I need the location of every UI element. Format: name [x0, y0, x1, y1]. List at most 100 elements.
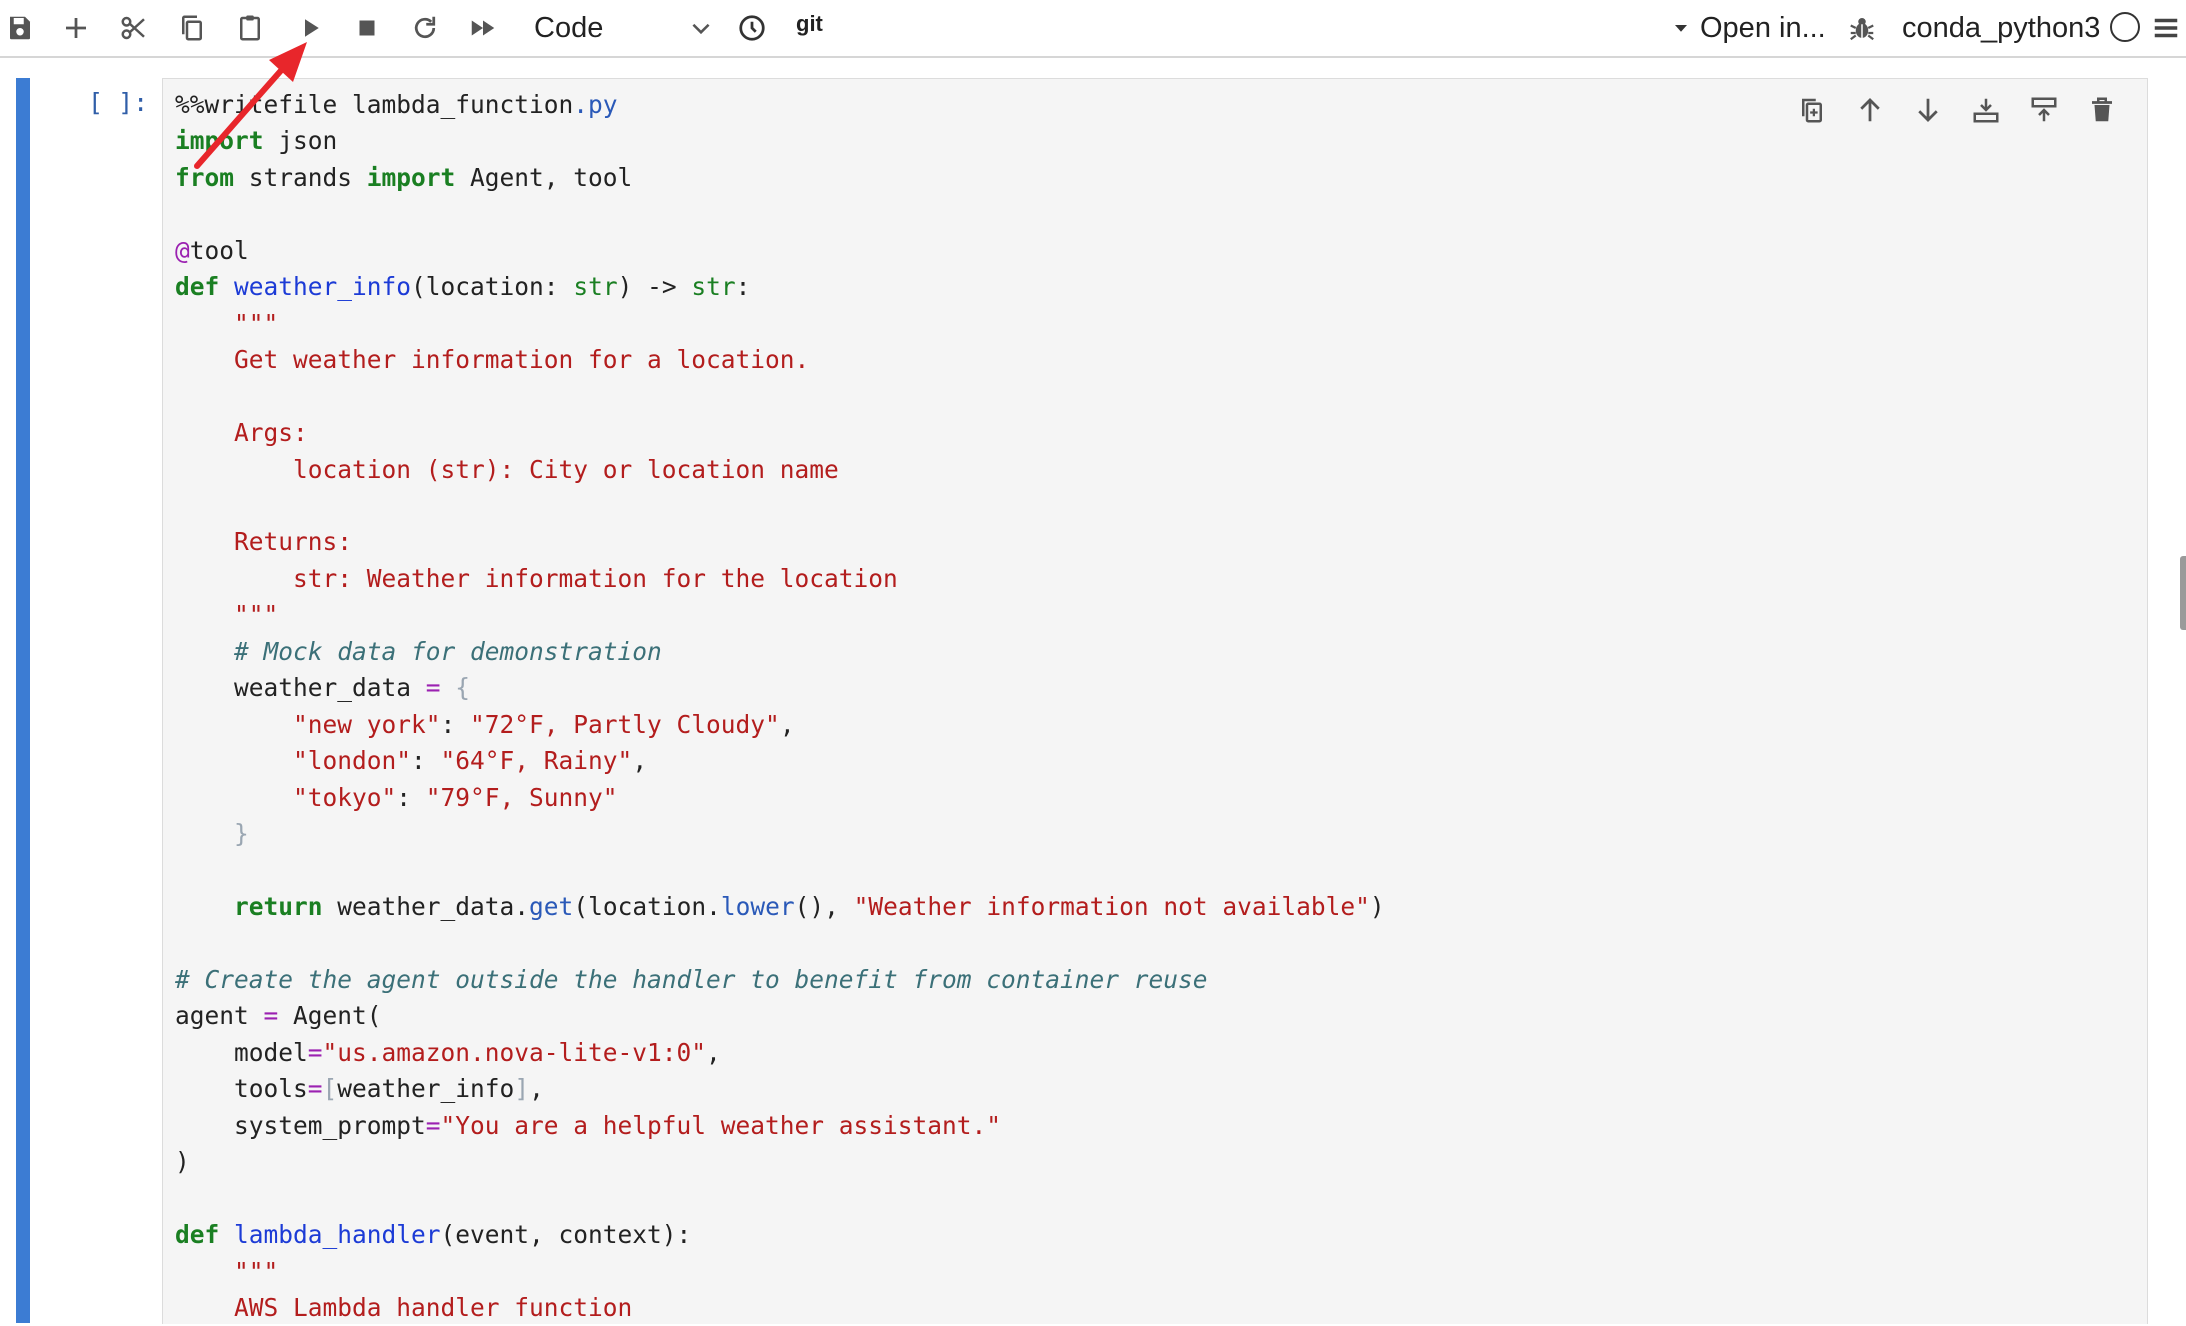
code-token: "Weather information not available" [853, 891, 1370, 921]
main-menu-button[interactable] [2146, 8, 2186, 48]
code-line: model="us.amazon.nova-lite-v1:0", [175, 1035, 1385, 1071]
code-line: Returns: [175, 524, 1385, 560]
code-token: "tokyo" [293, 782, 397, 812]
code-token: weather_info [234, 272, 412, 302]
code-line: return weather_data.get(location.lower()… [175, 889, 1385, 925]
play-icon [305, 19, 319, 37]
code-token: # Mock data for demonstration [234, 636, 662, 666]
duplicate-cell-button[interactable] [1789, 87, 1835, 133]
code-line: agent = Agent( [175, 998, 1385, 1034]
save-icon [10, 16, 30, 40]
open-in-menu[interactable]: Open in... [1672, 6, 1826, 50]
code-cell-editor[interactable]: %%writefile lambda_function.py import jso… [162, 78, 2148, 1324]
code-token: = [263, 1001, 279, 1031]
save-button[interactable] [0, 8, 40, 48]
code-line: import json [175, 123, 1385, 159]
code-line: """ [175, 597, 1385, 633]
code-token: system_prompt [175, 1110, 426, 1140]
code-line: """ [175, 306, 1385, 342]
interrupt-button[interactable] [347, 8, 387, 48]
code-token: = [425, 673, 441, 703]
restart-icon [414, 16, 436, 39]
code-line: Get weather information for a location. [175, 342, 1385, 378]
code-token: str: Weather information for the locatio… [293, 563, 898, 593]
restart-kernel-button[interactable] [405, 8, 445, 48]
code-token: get [529, 891, 574, 921]
history-button[interactable] [732, 8, 772, 48]
code-token: . [573, 90, 589, 119]
code-line: ) [175, 1144, 1385, 1180]
code-line: %%writefile lambda_function.py [175, 87, 1385, 123]
code-token: : [411, 746, 441, 776]
hamburger-icon [2154, 18, 2178, 38]
code-token: = [425, 1110, 441, 1140]
kernel-name[interactable]: conda_python3 [1902, 6, 2100, 50]
code-token: "64°F, Rainy" [440, 746, 633, 776]
cell-type-select[interactable]: Code [534, 6, 714, 50]
git-button[interactable]: git [796, 6, 823, 46]
run-button[interactable] [290, 8, 330, 48]
code-token: str [573, 272, 618, 302]
code-token: (event, context): [440, 1220, 692, 1250]
debugger-button[interactable] [1842, 8, 1882, 48]
duplicate-icon [1802, 98, 1822, 123]
code-line: str: Weather information for the locatio… [175, 561, 1385, 597]
code-token: : [735, 272, 751, 302]
bug-icon [1850, 18, 1874, 41]
code-token: "You are a helpful weather assistant." [440, 1110, 1002, 1140]
code-token: import [175, 126, 264, 156]
cell-execution-prompt: [ ]: [88, 88, 149, 117]
move-cell-down-button[interactable] [1905, 87, 1951, 133]
code-line: """ [175, 1254, 1385, 1290]
copy-button[interactable] [172, 8, 212, 48]
cell-toolbar [1789, 87, 2125, 133]
move-cell-up-button[interactable] [1847, 87, 1893, 133]
open-in-label: Open in... [1700, 11, 1826, 44]
code-token: """ [234, 600, 279, 630]
insert-cell-below-button[interactable] [2021, 87, 2067, 133]
code-token: json [263, 126, 338, 156]
paste-button[interactable] [230, 8, 270, 48]
code-token: Get weather information for a location. [234, 345, 810, 375]
insert-cell-button[interactable] [56, 8, 96, 48]
code-token: = [307, 1074, 323, 1104]
code-line: location (str): City or location name [175, 452, 1385, 488]
code-token: def [175, 1220, 220, 1250]
scrollbar-thumb[interactable] [2180, 556, 2186, 630]
cut-button[interactable] [114, 8, 154, 48]
code-token: def [175, 272, 220, 302]
code-token: lower [720, 891, 795, 921]
stop-icon [359, 20, 375, 36]
caret-down-icon [1675, 25, 1687, 32]
code-line: def lambda_handler(event, context): [175, 1217, 1385, 1253]
code-text[interactable]: %%writefile lambda_function.py import jso… [175, 87, 1385, 1326]
chevron-down-icon [692, 23, 710, 35]
restart-run-all-button[interactable] [463, 8, 503, 48]
insert-below-icon [2031, 97, 2057, 122]
code-line: "tokyo": "79°F, Sunny" [175, 780, 1385, 816]
code-token: Returns: [234, 527, 353, 557]
code-token: tool [189, 235, 249, 265]
code-token: tools [175, 1074, 308, 1104]
code-token: (), [794, 891, 854, 921]
delete-cell-button[interactable] [2079, 87, 2125, 133]
code-token: : [440, 709, 471, 739]
code-line: # Create the agent outside the handler t… [175, 962, 1385, 998]
active-cell-marker [16, 78, 30, 1323]
code-line: tools=[weather_info], [175, 1071, 1385, 1107]
insert-cell-above-button[interactable] [1963, 87, 2009, 133]
arrow-down-icon [1918, 98, 1938, 122]
code-token: from [175, 162, 235, 192]
